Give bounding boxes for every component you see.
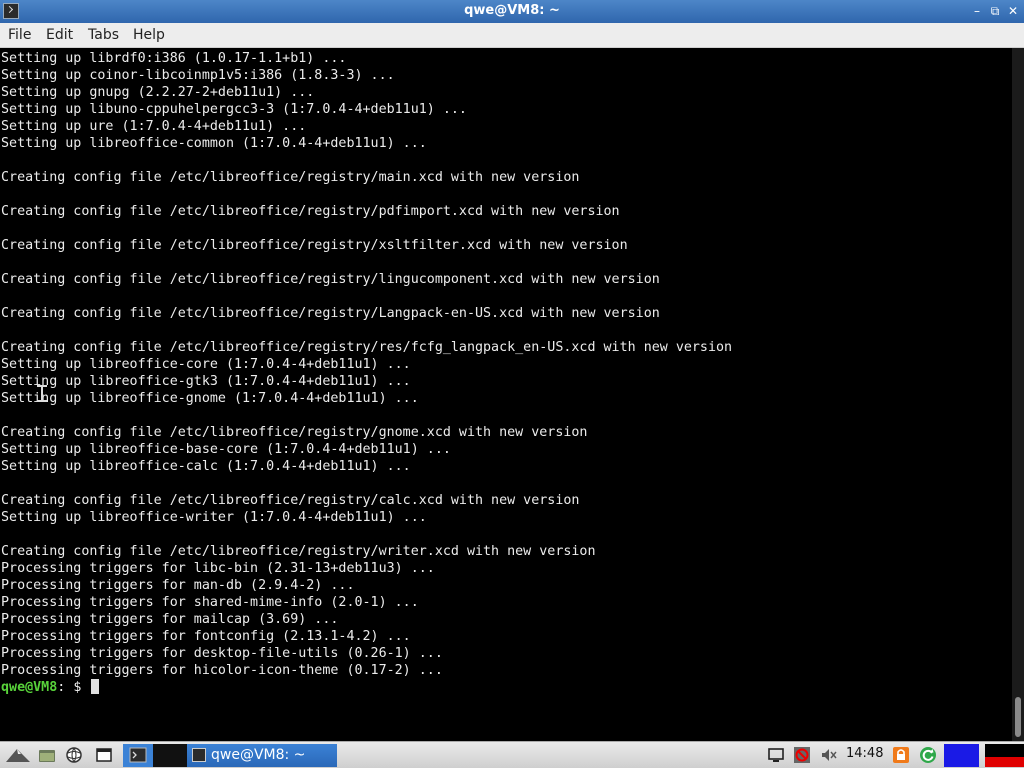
terminal-lines: Setting up librdf0:i386 (1.0.17-1.1+b1) …: [1, 50, 732, 696]
terminal-line: Setting up libreoffice-core (1:7.0.4-4+d…: [1, 357, 411, 372]
terminal-line: Processing triggers for hicolor-icon-the…: [1, 663, 443, 678]
terminal-line: Setting up ure (1:7.0.4-4+deb11u1) ...: [1, 119, 307, 134]
terminal-line: Processing triggers for fontconfig (2.13…: [1, 629, 411, 644]
terminal-line: Processing triggers for mailcap (3.69) .…: [1, 612, 339, 627]
terminal-line: Creating config file /etc/libreoffice/re…: [1, 170, 580, 185]
terminal-launcher-button[interactable]: [123, 744, 153, 767]
terminal-line: Setting up gnupg (2.2.27-2+deb11u1) ...: [1, 85, 315, 100]
prompt-symbol: : $: [57, 680, 90, 695]
terminal-line: Processing triggers for man-db (2.9.4-2)…: [1, 578, 355, 593]
terminal-launcher-icon: [129, 747, 147, 763]
app-menu-icon[interactable]: [5, 746, 31, 764]
show-desktop-icon[interactable]: [95, 746, 113, 764]
workspace-2[interactable]: [985, 744, 1024, 767]
menu-tabs[interactable]: Tabs: [88, 27, 119, 43]
terminal-line: Setting up libuno-cppuhelpergcc3-3 (1:7.…: [1, 102, 467, 117]
terminal-line: Creating config file /etc/libreoffice/re…: [1, 204, 620, 219]
taskbar-task-label: qwe@VM8: ~: [211, 747, 306, 763]
terminal-line: Creating config file /etc/libreoffice/re…: [1, 493, 580, 508]
maximize-button[interactable]: ⧉: [986, 3, 1004, 20]
terminal-prompt-line: qwe@VM8: $: [1, 679, 732, 696]
menu-edit[interactable]: Edit: [46, 27, 73, 43]
menu-file[interactable]: File: [8, 27, 31, 43]
update-icon[interactable]: [919, 746, 937, 764]
terminal-line: Setting up libreoffice-base-core (1:7.0.…: [1, 442, 451, 457]
display-icon[interactable]: [767, 746, 785, 764]
terminal-scrollbar[interactable]: [1012, 48, 1024, 741]
workspace-2-indicator: [985, 757, 1024, 767]
terminal-line: Creating config file /etc/libreoffice/re…: [1, 340, 733, 355]
lock-icon[interactable]: [892, 746, 910, 764]
scrollbar-thumb[interactable]: [1015, 697, 1021, 737]
minimize-button[interactable]: –: [968, 3, 986, 20]
terminal-task-icon: [192, 748, 206, 762]
terminal-line: Setting up coinor-libcoinmp1v5:i386 (1.8…: [1, 68, 395, 83]
terminal-line: Processing triggers for shared-mime-info…: [1, 595, 419, 610]
terminal-line: Setting up libreoffice-gnome (1:7.0.4-4+…: [1, 391, 419, 406]
taskbar: qwe@VM8: ~ 14:48: [0, 741, 1024, 768]
menu-help[interactable]: Help: [133, 27, 165, 43]
web-browser-icon[interactable]: [65, 746, 83, 764]
terminal-line: Setting up libreoffice-writer (1:7.0.4-4…: [1, 510, 427, 525]
close-button[interactable]: ✕: [1004, 3, 1022, 20]
menu-bar: File Edit Tabs Help: [0, 23, 1024, 48]
terminal-line: Setting up libreoffice-common (1:7.0.4-4…: [1, 136, 427, 151]
terminal-line: Creating config file /etc/libreoffice/re…: [1, 425, 588, 440]
terminal-line: Setting up librdf0:i386 (1.0.17-1.1+b1) …: [1, 51, 347, 66]
window-titlebar[interactable]: qwe@VM8: ~ – ⧉ ✕: [0, 0, 1024, 23]
terminal-line: Creating config file /etc/libreoffice/re…: [1, 272, 660, 287]
terminal-line: Creating config file /etc/libreoffice/re…: [1, 306, 660, 321]
taskbar-clock[interactable]: 14:48: [846, 746, 883, 761]
window-title: qwe@VM8: ~: [464, 3, 560, 18]
volume-muted-icon[interactable]: [820, 746, 838, 764]
prompt-user: qwe@VM8: [1, 680, 58, 695]
workspace-1[interactable]: [944, 744, 979, 767]
terminal-line: Processing triggers for desktop-file-uti…: [1, 646, 443, 661]
terminal-line: Processing triggers for libc-bin (2.31-1…: [1, 561, 435, 576]
terminal-cursor: [91, 679, 100, 694]
terminal-line: Creating config file /etc/libreoffice/re…: [1, 544, 596, 559]
network-blocked-icon[interactable]: [793, 746, 811, 764]
text-cursor-pointer-icon: [37, 385, 47, 402]
taskbar-task-terminal[interactable]: qwe@VM8: ~: [187, 744, 337, 767]
terminal-line: Setting up libreoffice-gtk3 (1:7.0.4-4+d…: [1, 374, 411, 389]
file-manager-icon[interactable]: [38, 746, 56, 764]
taskbar-spacer: [153, 744, 187, 767]
terminal-output[interactable]: Setting up librdf0:i386 (1.0.17-1.1+b1) …: [0, 48, 1012, 741]
terminal-line: Creating config file /etc/libreoffice/re…: [1, 238, 628, 253]
terminal-line: Setting up libreoffice-calc (1:7.0.4-4+d…: [1, 459, 411, 474]
